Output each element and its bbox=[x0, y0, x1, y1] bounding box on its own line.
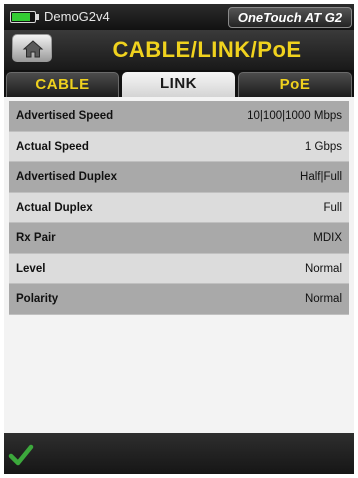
battery-icon bbox=[10, 11, 36, 23]
table-row: Polarity Normal bbox=[9, 284, 349, 315]
row-value: Normal bbox=[304, 293, 342, 305]
home-button[interactable] bbox=[12, 34, 52, 62]
row-label: Advertised Speed bbox=[16, 110, 114, 122]
row-label: Advertised Duplex bbox=[16, 171, 117, 183]
row-label: Rx Pair bbox=[16, 232, 56, 244]
status-bar: DemoG2v4 OneTouch AT G2 bbox=[4, 4, 354, 30]
table-row: Actual Duplex Full bbox=[9, 192, 349, 223]
footer-bar bbox=[4, 433, 354, 474]
model-badge: OneTouch AT G2 bbox=[228, 7, 352, 28]
row-value: MDIX bbox=[313, 232, 342, 244]
device-screen: DemoG2v4 OneTouch AT G2 CABLE/LINK/PoE C… bbox=[4, 4, 354, 474]
checkmark-icon bbox=[8, 444, 34, 466]
row-label: Level bbox=[16, 262, 46, 275]
table-row: Actual Speed 1 Gbps bbox=[9, 131, 349, 162]
link-table: Advertised Speed 10|100|1000 Mbps Actual… bbox=[9, 101, 349, 315]
row-value: 10|100|1000 Mbps bbox=[247, 110, 342, 122]
tab-bar: CABLE LINK PoE bbox=[4, 70, 354, 97]
battery-tip bbox=[36, 14, 39, 20]
row-label: Actual Duplex bbox=[16, 201, 93, 214]
table-row: Advertised Duplex Half|Full bbox=[9, 162, 349, 193]
home-icon bbox=[22, 40, 44, 58]
link-panel: Advertised Speed 10|100|1000 Mbps Actual… bbox=[4, 97, 354, 433]
row-label: Actual Speed bbox=[16, 140, 89, 153]
row-value: Normal bbox=[304, 262, 342, 275]
device-name: DemoG2v4 bbox=[44, 9, 110, 24]
tab-cable[interactable]: CABLE bbox=[6, 72, 119, 97]
row-label: Polarity bbox=[16, 293, 59, 305]
page-title: CABLE/LINK/PoE bbox=[112, 37, 302, 62]
row-value: Half|Full bbox=[300, 171, 342, 183]
table-row: Level Normal bbox=[9, 253, 349, 284]
battery-level-fill bbox=[12, 13, 30, 21]
page-header: CABLE/LINK/PoE bbox=[4, 30, 354, 70]
tab-link[interactable]: LINK bbox=[122, 72, 235, 97]
row-value: 1 Gbps bbox=[304, 140, 342, 153]
confirm-button[interactable] bbox=[8, 443, 34, 467]
row-value: Full bbox=[323, 201, 342, 214]
table-row: Rx Pair MDIX bbox=[9, 223, 349, 254]
tab-poe[interactable]: PoE bbox=[238, 72, 352, 97]
table-row: Advertised Speed 10|100|1000 Mbps bbox=[9, 101, 349, 132]
